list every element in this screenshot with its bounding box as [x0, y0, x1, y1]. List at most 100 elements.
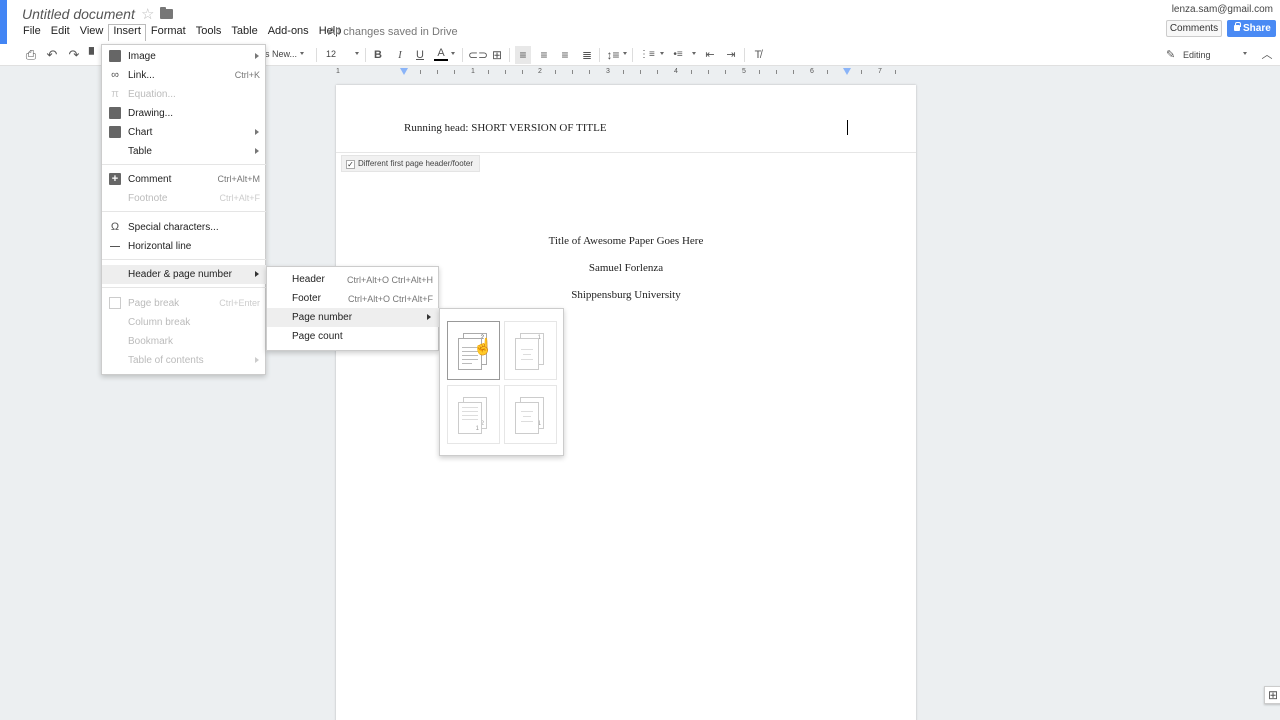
collapse-menu-icon[interactable]: ︿ [1260, 46, 1274, 64]
menu-tools[interactable]: Tools [191, 24, 227, 40]
align-justify-icon[interactable]: ≣ [580, 46, 594, 64]
toolbar-divider [744, 48, 745, 62]
menu-item-horizontal-line[interactable]: Horizontal line [102, 237, 266, 256]
menu-item-comment[interactable]: + Comment Ctrl+Alt+M [102, 170, 266, 189]
save-status[interactable]: All changes saved in Drive [328, 26, 458, 38]
ruler-tick [759, 70, 760, 74]
share-button[interactable]: Share [1227, 20, 1276, 37]
chevron-down-icon[interactable] [660, 52, 664, 55]
menu-edit[interactable]: Edit [46, 24, 75, 40]
checkbox[interactable]: ✓ [346, 160, 355, 169]
drawing-icon [109, 107, 121, 119]
submenu-item-footer[interactable]: Footer Ctrl+Alt+O Ctrl+Alt+F [267, 289, 439, 308]
document-title[interactable]: Untitled document [22, 6, 135, 22]
ruler[interactable]: 1 1 2 3 4 5 6 7 [336, 68, 916, 78]
menu-item-label: Drawing... [128, 108, 174, 119]
page-number-option-bottom-skip-first[interactable]: 1 [504, 385, 557, 444]
text-line [523, 354, 531, 355]
menu-item-label: Link... [128, 70, 155, 81]
menu-file[interactable]: File [18, 24, 46, 40]
ruler-tick [725, 70, 726, 74]
page-number-option-top-skip-first[interactable]: 1 [504, 321, 557, 380]
clear-formatting-icon[interactable]: T̸ [751, 46, 765, 64]
menu-item-table[interactable]: Table [102, 142, 266, 161]
menu-item-header-page-number[interactable]: Header & page number [102, 265, 266, 284]
menu-item-label: Page break [128, 298, 180, 309]
menu-view[interactable]: View [75, 24, 109, 40]
align-center-icon[interactable]: ≡ [537, 46, 551, 64]
toolbar-divider [365, 48, 366, 62]
add-comment-icon[interactable]: ⊞ [490, 46, 504, 64]
ruler-tick [522, 70, 523, 74]
align-right-icon[interactable]: ≡ [558, 46, 572, 64]
chevron-down-icon[interactable] [623, 52, 627, 55]
text-color-icon[interactable]: A [434, 46, 448, 61]
decrease-indent-icon[interactable]: ⇤ [703, 46, 717, 64]
paper-title[interactable]: Title of Awesome Paper Goes Here [336, 235, 916, 247]
font-size-select[interactable]: 12 [326, 49, 336, 59]
submenu-item-header[interactable]: Header Ctrl+Alt+O Ctrl+Alt+H [267, 270, 439, 289]
page-header[interactable]: Running head: SHORT VERSION OF TITLE [336, 85, 916, 153]
submenu-item-page-count[interactable]: Page count [267, 327, 439, 346]
menu-format[interactable]: Format [146, 24, 191, 40]
bold-icon[interactable]: B [372, 46, 384, 64]
chevron-right-icon [255, 129, 259, 135]
explore-icon[interactable]: ⊞ [1264, 686, 1280, 704]
menu-item-footnote: Footnote Ctrl+Alt+F [102, 189, 266, 208]
page-number-option-bottom-all[interactable]: 2 1 [447, 385, 500, 444]
submenu-item-label: Header [292, 274, 325, 285]
paint-format-icon[interactable]: ▘ [89, 46, 99, 64]
italic-icon[interactable]: I [394, 46, 406, 64]
print-icon[interactable]: ⎙ [24, 46, 38, 64]
menu-insert[interactable]: Insert [108, 24, 146, 41]
ruler-tick [793, 70, 794, 74]
redo-icon[interactable]: ↷ [67, 46, 81, 64]
underline-icon[interactable]: U [414, 46, 426, 64]
running-head-text[interactable]: Running head: SHORT VERSION OF TITLE [404, 122, 607, 134]
docs-logo-strip[interactable] [0, 0, 7, 44]
text-line [521, 349, 533, 350]
folder-icon[interactable] [160, 7, 173, 19]
menu-add-ons[interactable]: Add-ons [263, 24, 314, 40]
font-family-select[interactable]: s New... [265, 49, 297, 59]
link-icon[interactable]: ⊂⊃ [468, 46, 488, 64]
chevron-down-icon[interactable] [692, 52, 696, 55]
align-left-icon[interactable]: ≡ [515, 46, 531, 64]
docs-header: Untitled document ☆ File Edit View Inser… [0, 0, 1280, 44]
text-line [462, 359, 478, 360]
editing-mode-select[interactable]: Editing [1183, 50, 1211, 60]
account-email[interactable]: lenza.sam@gmail.com [1172, 4, 1273, 15]
document-page[interactable]: Running head: SHORT VERSION OF TITLE ✓ Di… [336, 85, 916, 720]
increase-indent-icon[interactable]: ⇥ [724, 46, 738, 64]
menu-item-link[interactable]: ∞ Link... Ctrl+K [102, 66, 266, 85]
chevron-down-icon[interactable] [451, 52, 455, 55]
submenu-item-page-number[interactable]: Page number [267, 308, 439, 327]
numbered-list-icon[interactable]: ⋮≡ [639, 46, 655, 64]
chevron-down-icon[interactable] [355, 52, 359, 55]
chevron-right-icon [255, 357, 259, 363]
star-icon[interactable]: ☆ [141, 5, 154, 23]
undo-icon[interactable]: ↶ [45, 46, 59, 64]
menu-item-shortcut: Ctrl+Alt+F [219, 193, 260, 203]
menu-item-chart[interactable]: Chart [102, 123, 266, 142]
menu-item-column-break: Column break [102, 313, 266, 332]
menu-separator [102, 164, 266, 165]
link-icon: ∞ [111, 69, 119, 81]
menu-table[interactable]: Table [226, 24, 262, 40]
bulleted-list-icon[interactable]: •≡ [671, 46, 685, 64]
chevron-right-icon [427, 314, 431, 320]
menu-item-page-break: Page break Ctrl+Enter [102, 294, 266, 313]
line-spacing-icon[interactable]: ↕≡ [606, 46, 620, 64]
chart-icon [109, 126, 121, 138]
submenu-item-shortcut: Ctrl+Alt+O Ctrl+Alt+H [346, 275, 433, 285]
chevron-down-icon[interactable] [300, 52, 304, 55]
different-first-page-option[interactable]: ✓ Different first page header/footer [341, 155, 481, 172]
menu-item-special-characters[interactable]: Ω Special characters... [102, 218, 266, 237]
pencil-icon[interactable]: ✎ [1166, 48, 1175, 61]
menu-item-drawing[interactable]: Drawing... [102, 104, 266, 123]
menu-item-image[interactable]: Image [102, 47, 266, 66]
image-icon [109, 50, 121, 62]
horizontal-line-icon [110, 246, 120, 247]
comments-button[interactable]: Comments [1166, 20, 1222, 37]
chevron-down-icon[interactable] [1243, 52, 1247, 55]
